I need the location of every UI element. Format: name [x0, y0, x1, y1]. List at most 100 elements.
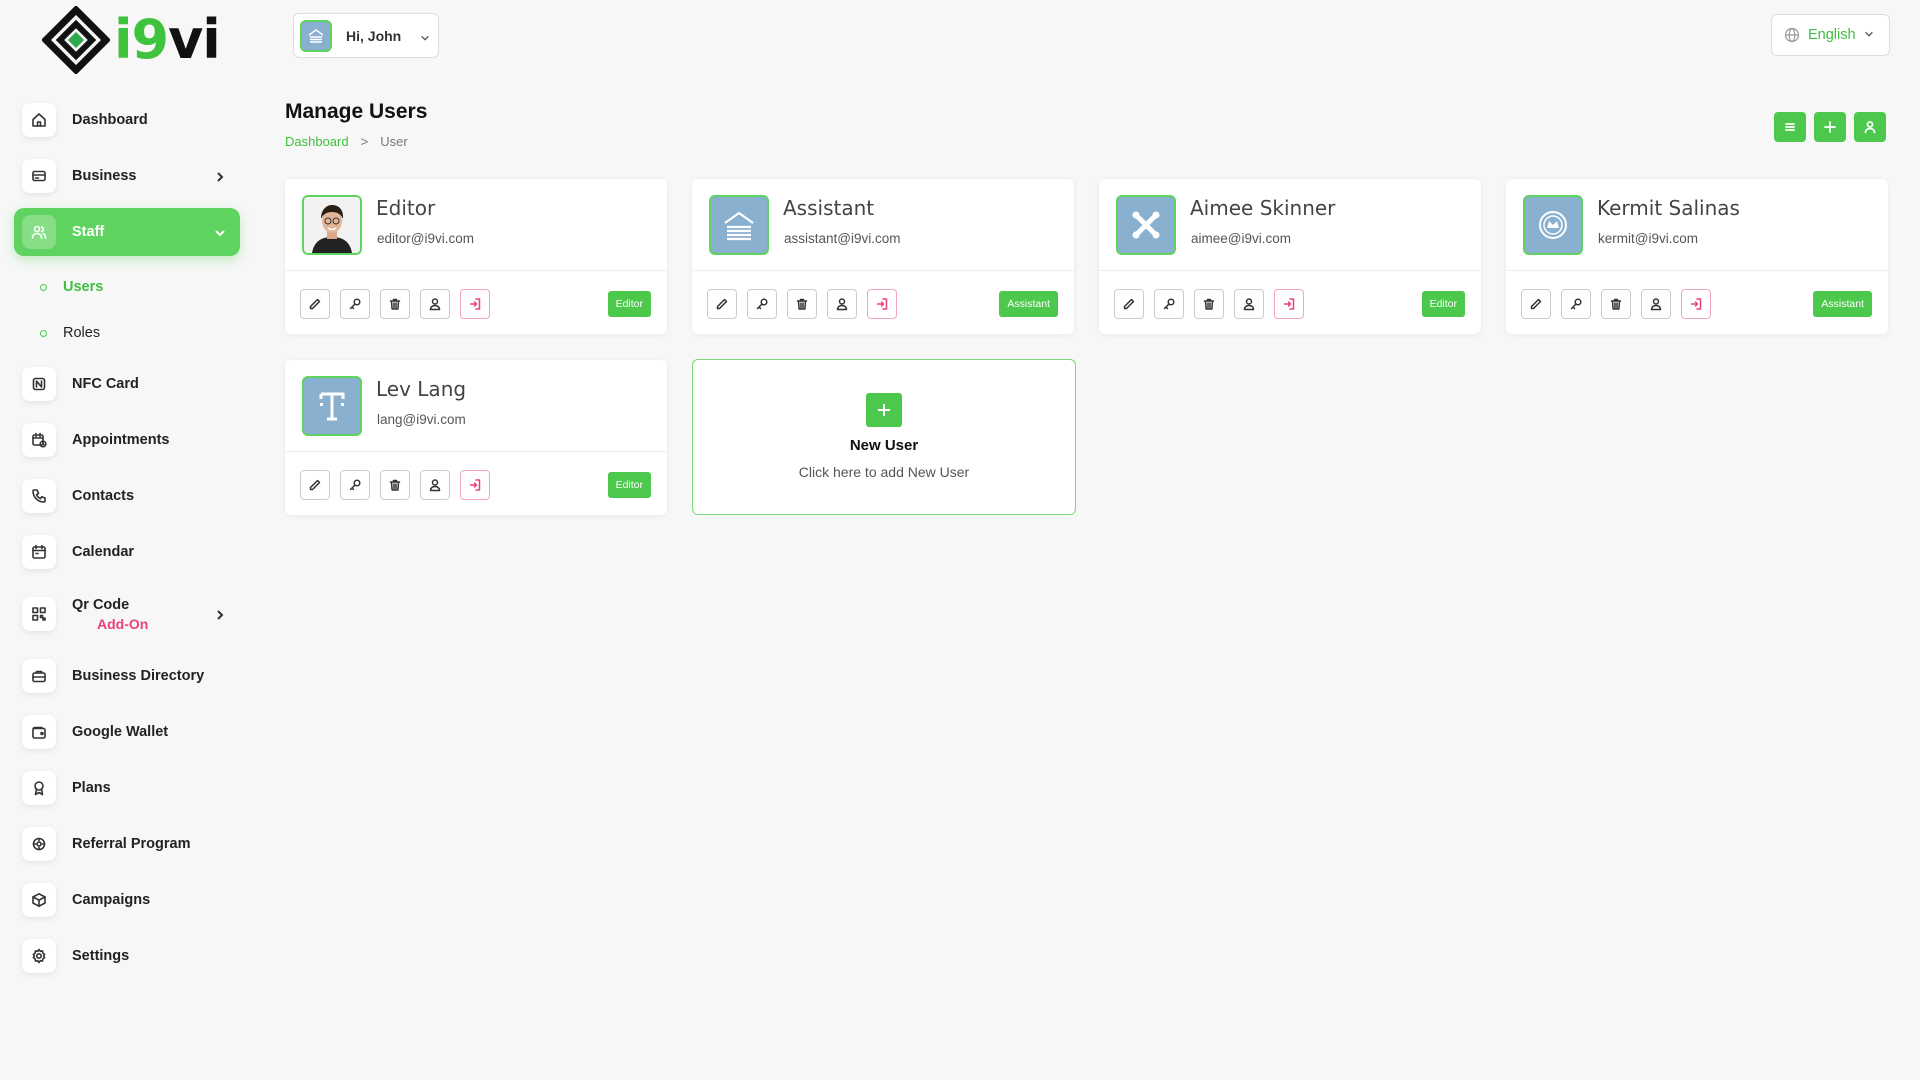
pencil-icon — [309, 298, 321, 310]
user-avatar — [1116, 195, 1176, 255]
user-icon — [429, 479, 441, 492]
delete-button[interactable] — [380, 289, 410, 319]
add-user-button[interactable] — [1814, 112, 1846, 142]
edit-button[interactable] — [707, 289, 737, 319]
sidebar-item-dashboard[interactable]: Dashboard — [14, 96, 240, 144]
role-badge: Editor — [607, 291, 651, 317]
reset-password-button[interactable] — [1561, 289, 1591, 319]
bullet-icon — [40, 283, 47, 291]
building-icon — [724, 211, 754, 241]
wallet-icon — [22, 715, 56, 749]
sidebar-item-campaigns[interactable]: Campaigns — [14, 876, 240, 924]
user-card: Assistant assistant@i9vi.com Assistant — [692, 179, 1074, 334]
user-avatar — [302, 376, 362, 436]
edit-button[interactable] — [1521, 289, 1551, 319]
logo[interactable]: i9vi — [42, 6, 221, 74]
user-icon — [1650, 298, 1662, 311]
sidebar-item-settings[interactable]: Settings — [14, 932, 240, 980]
sidebar-item-calendar[interactable]: Calendar — [14, 528, 240, 576]
edit-button[interactable] — [300, 470, 330, 500]
reset-password-button[interactable] — [747, 289, 777, 319]
briefcase-icon — [22, 659, 56, 693]
delete-button[interactable] — [787, 289, 817, 319]
new-user-subtitle: Click here to add New User — [798, 464, 970, 480]
login-as-button[interactable] — [867, 289, 897, 319]
user-logs-button[interactable] — [1854, 112, 1886, 142]
edit-button[interactable] — [1114, 289, 1144, 319]
globe-icon — [1784, 27, 1800, 43]
user-name: Aimee Skinner — [1190, 196, 1336, 220]
login-as-button[interactable] — [1681, 289, 1711, 319]
chevron-right-icon — [214, 608, 226, 620]
login-icon — [1283, 298, 1295, 310]
language-selector[interactable]: English — [1771, 14, 1890, 56]
user-avatar — [709, 195, 769, 255]
pencil-icon — [309, 479, 321, 491]
joomla-logo-icon — [1132, 211, 1160, 239]
login-icon — [469, 298, 481, 310]
breadcrumb-home-link[interactable]: Dashboard — [285, 134, 349, 149]
user-name: Lev Lang — [376, 377, 467, 401]
sidebar-item-referral-program[interactable]: Referral Program — [14, 820, 240, 868]
user-info-button[interactable] — [420, 470, 450, 500]
chevron-down-icon — [214, 226, 226, 238]
breadcrumb: Dashboard > User — [285, 134, 408, 149]
delete-button[interactable] — [380, 470, 410, 500]
person-photo-icon — [304, 197, 360, 253]
nfc-icon — [22, 367, 56, 401]
user-name: Assistant — [783, 196, 875, 220]
users-icon — [22, 215, 56, 249]
diamond-logo-icon — [42, 6, 110, 74]
sidebar-subitem-users[interactable]: Users — [14, 264, 240, 310]
user-email: assistant@i9vi.com — [784, 231, 901, 246]
user-card: Lev Lang lang@i9vi.com Editor — [285, 360, 667, 515]
reset-password-button[interactable] — [340, 289, 370, 319]
sidebar-item-business-directory[interactable]: Business Directory — [14, 652, 240, 700]
page-title: Manage Users — [285, 100, 428, 123]
sidebar-item-staff[interactable]: Staff — [14, 208, 240, 256]
login-as-button[interactable] — [460, 289, 490, 319]
user-avatar — [302, 195, 362, 255]
addon-badge: Add-On — [97, 616, 149, 632]
sidebar-item-business[interactable]: Business — [14, 152, 240, 200]
user-info-button[interactable] — [827, 289, 857, 319]
sidebar-item-qr-code[interactable]: Qr Code Add-On — [14, 584, 240, 644]
user-info-button[interactable] — [420, 289, 450, 319]
user-dropdown[interactable]: Hi, John — [293, 13, 439, 58]
user-avatar — [1523, 195, 1583, 255]
reset-password-button[interactable] — [340, 470, 370, 500]
box-icon — [22, 883, 56, 917]
new-user-card[interactable]: New User Click here to add New User — [692, 359, 1076, 515]
edit-button[interactable] — [300, 289, 330, 319]
user-name: Kermit Salinas — [1597, 196, 1740, 220]
login-as-button[interactable] — [460, 470, 490, 500]
calendar-clock-icon — [22, 423, 56, 457]
user-info-button[interactable] — [1234, 289, 1264, 319]
login-as-button[interactable] — [1274, 289, 1304, 319]
trash-icon — [389, 298, 401, 310]
list-view-button[interactable] — [1774, 112, 1806, 142]
card-icon — [22, 159, 56, 193]
user-info-button[interactable] — [1641, 289, 1671, 319]
reset-password-button[interactable] — [1154, 289, 1184, 319]
phone-icon — [22, 479, 56, 513]
seal-logo-icon — [1539, 211, 1567, 239]
chevron-right-icon — [214, 170, 226, 182]
pencil-icon — [1123, 298, 1135, 310]
sidebar: i9vi Dashboard Business Staff Users Role… — [0, 0, 250, 1080]
key-icon — [1570, 298, 1582, 310]
user-email: editor@i9vi.com — [377, 231, 474, 246]
sidebar-item-contacts[interactable]: Contacts — [14, 472, 240, 520]
user-email: aimee@i9vi.com — [1191, 231, 1291, 246]
user-card: Aimee Skinner aimee@i9vi.com Editor — [1099, 179, 1481, 334]
delete-button[interactable] — [1194, 289, 1224, 319]
sidebar-item-plans[interactable]: Plans — [14, 764, 240, 812]
key-icon — [1163, 298, 1175, 310]
sidebar-item-google-wallet[interactable]: Google Wallet — [14, 708, 240, 756]
user-icon — [429, 298, 441, 311]
sidebar-item-nfc-card[interactable]: NFC Card — [14, 360, 240, 408]
key-icon — [349, 479, 361, 491]
delete-button[interactable] — [1601, 289, 1631, 319]
sidebar-subitem-roles[interactable]: Roles — [14, 310, 240, 356]
sidebar-item-appointments[interactable]: Appointments — [14, 416, 240, 464]
